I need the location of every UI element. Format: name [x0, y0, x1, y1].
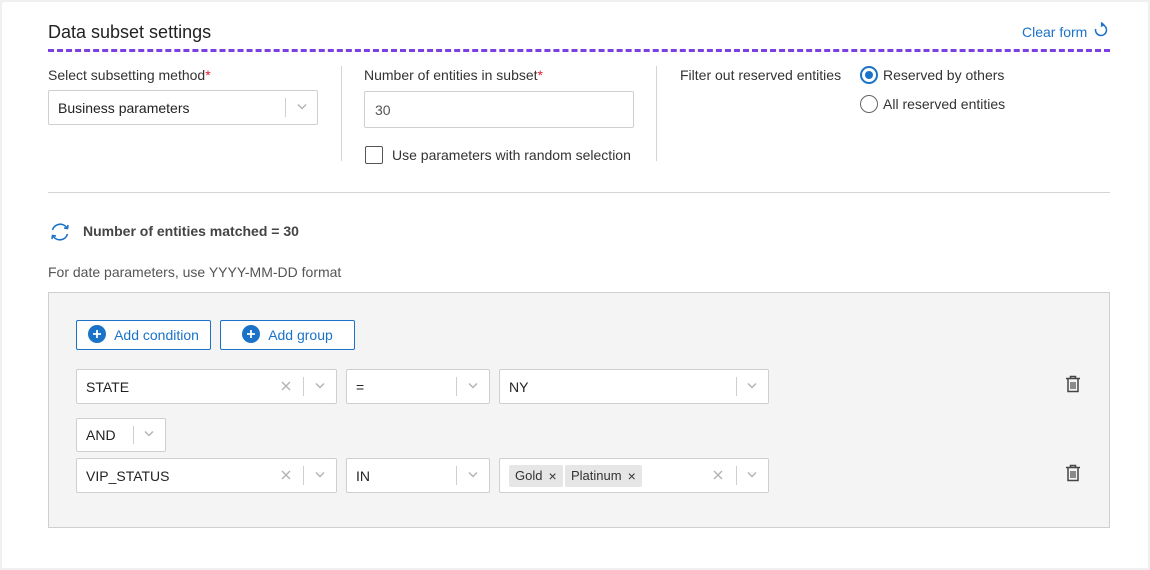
- add-condition-label: Add condition: [114, 327, 199, 343]
- subsetting-method-label: Select subsetting method*: [48, 67, 211, 83]
- trash-icon[interactable]: [1065, 375, 1081, 398]
- column-divider: [341, 66, 342, 161]
- clear-icon[interactable]: [280, 379, 292, 395]
- date-format-hint: For date parameters, use YYYY-MM-DD form…: [48, 264, 342, 280]
- plus-circle-icon: [88, 324, 107, 346]
- chevron-down-icon[interactable]: [745, 467, 759, 484]
- chevron-down-icon[interactable]: [466, 378, 480, 395]
- chip-label: Gold: [515, 468, 543, 483]
- entity-count-input[interactable]: [364, 91, 634, 128]
- value-chip: Platinum ×: [565, 464, 642, 487]
- value-chip: Gold ×: [509, 464, 563, 487]
- condition-field-value: VIP_STATUS: [86, 467, 170, 484]
- reserved-filter-label: Filter out reserved entities: [680, 67, 842, 83]
- chip-label: Platinum: [571, 468, 622, 483]
- subsetting-method-value: Business parameters: [58, 99, 190, 116]
- chevron-down-icon[interactable]: [466, 467, 480, 484]
- conditions-panel: Add condition Add group STATE = NY AND V…: [48, 292, 1110, 528]
- chevron-down-icon[interactable]: [745, 378, 759, 395]
- entity-count-label: Number of entities in subset*: [364, 67, 543, 83]
- condition-operator-select[interactable]: IN: [346, 458, 490, 493]
- header-divider: [48, 49, 1110, 52]
- condition-operator-select[interactable]: =: [346, 369, 490, 404]
- refresh-icon[interactable]: [48, 220, 72, 249]
- condition-field-value: STATE: [86, 378, 130, 395]
- entities-matched-text: Number of entities matched = 30: [83, 223, 299, 239]
- chip-remove-icon[interactable]: ×: [548, 469, 556, 483]
- radio-reserved-by-others[interactable]: [860, 66, 878, 84]
- reset-icon: [1093, 21, 1109, 41]
- condition-field-select[interactable]: STATE: [76, 369, 337, 404]
- trash-icon[interactable]: [1065, 464, 1081, 487]
- section-divider: [48, 192, 1110, 193]
- page-title: Data subset settings: [48, 22, 212, 42]
- chevron-down-icon[interactable]: [313, 378, 327, 395]
- connector-select[interactable]: AND: [76, 418, 166, 452]
- condition-value-multiselect[interactable]: Gold × Platinum ×: [499, 458, 769, 493]
- add-condition-button[interactable]: Add condition: [76, 320, 211, 350]
- clear-form-button[interactable]: Clear form: [1022, 21, 1109, 41]
- radio-reserved-by-others-label: Reserved by others: [883, 67, 1005, 83]
- column-divider: [656, 66, 657, 161]
- subsetting-method-select[interactable]: Business parameters: [48, 90, 318, 125]
- clear-icon[interactable]: [280, 468, 292, 484]
- clear-icon[interactable]: [712, 468, 724, 484]
- radio-all-reserved-label: All reserved entities: [883, 96, 1006, 112]
- radio-all-reserved[interactable]: [860, 95, 878, 113]
- add-group-button[interactable]: Add group: [220, 320, 355, 350]
- chevron-down-icon[interactable]: [313, 467, 327, 484]
- condition-value: NY: [509, 378, 529, 395]
- chip-remove-icon[interactable]: ×: [628, 469, 636, 483]
- chevron-down-icon[interactable]: [295, 99, 309, 116]
- plus-circle-icon: [242, 324, 261, 346]
- connector-value: AND: [86, 427, 116, 443]
- random-selection-checkbox[interactable]: [365, 146, 383, 164]
- condition-operator-value: IN: [356, 467, 370, 484]
- clear-form-label: Clear form: [1022, 23, 1088, 40]
- add-group-label: Add group: [268, 327, 333, 343]
- random-selection-label: Use parameters with random selection: [392, 147, 631, 163]
- condition-value-select[interactable]: NY: [499, 369, 769, 404]
- condition-field-select[interactable]: VIP_STATUS: [76, 458, 337, 493]
- data-subset-card: Data subset settings Clear form Select s…: [2, 2, 1148, 568]
- chevron-down-icon[interactable]: [142, 427, 156, 444]
- condition-operator-value: =: [356, 378, 365, 395]
